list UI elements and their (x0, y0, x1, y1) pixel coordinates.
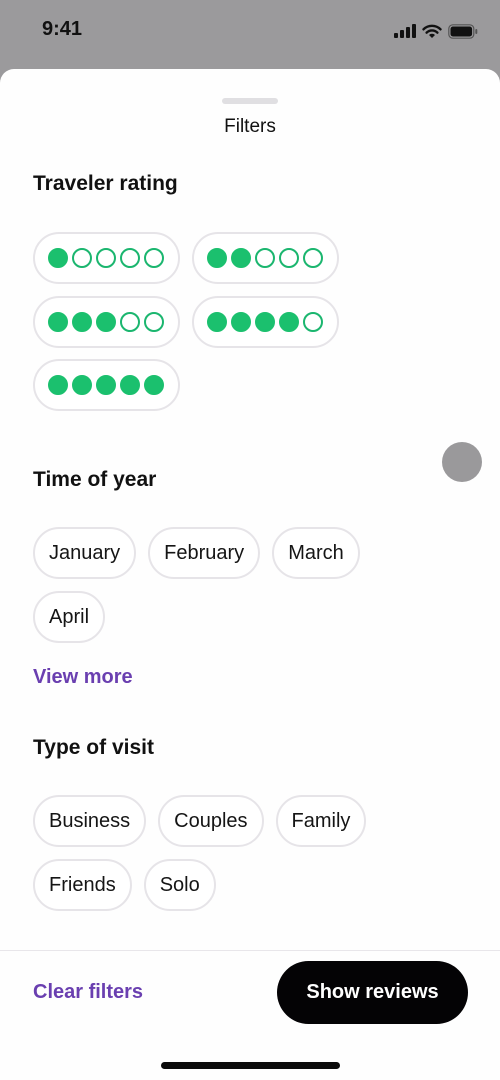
visit-chip-friends[interactable]: Friends (33, 859, 132, 911)
rating-dot-filled-icon (255, 312, 275, 332)
rating-dot-empty-icon (303, 312, 323, 332)
rating-dot-empty-icon (96, 248, 116, 268)
visit-chip-couples[interactable]: Couples (158, 795, 264, 847)
rating-dot-filled-icon (48, 312, 68, 332)
rating-dot-filled-icon (120, 375, 140, 395)
rating-dot-empty-icon (144, 312, 164, 332)
rating-dot-empty-icon (120, 248, 140, 268)
visit-row-2: Friends Solo (33, 859, 216, 911)
status-bar: 9:41 (0, 0, 500, 70)
cellular-signal-icon (394, 24, 416, 38)
rating-dot-filled-icon (231, 312, 251, 332)
rating-dot-filled-icon (207, 248, 227, 268)
rating-chip-2[interactable] (192, 232, 339, 284)
month-chip-april[interactable]: April (33, 591, 106, 643)
type-of-visit-title: Type of visit (33, 736, 154, 759)
rating-dot-filled-icon (207, 312, 227, 332)
wifi-icon (422, 24, 442, 38)
rating-dot-empty-icon (279, 248, 299, 268)
clear-filters-button[interactable]: Clear filters (33, 981, 143, 1004)
month-chip-january[interactable]: January (33, 527, 137, 579)
visit-chip-family[interactable]: Family (275, 795, 367, 847)
rating-dot-filled-icon (72, 312, 92, 332)
month-row-2: April (33, 591, 106, 643)
rating-chip-4[interactable] (192, 296, 339, 348)
rating-dot-empty-icon (303, 248, 323, 268)
battery-icon (448, 23, 478, 39)
time-of-year-title: Time of year (33, 468, 157, 491)
rating-row-1 (33, 232, 339, 284)
rating-dot-filled-icon (279, 312, 299, 332)
view-more-link[interactable]: View more (33, 666, 133, 689)
rating-row-2 (33, 296, 339, 348)
month-chip-february[interactable]: February (148, 527, 261, 579)
sheet-grabber-handle[interactable] (222, 98, 278, 104)
rating-dot-filled-icon (96, 312, 116, 332)
rating-dot-empty-icon (255, 248, 275, 268)
footer-divider (0, 950, 500, 951)
rating-dot-empty-icon (144, 248, 164, 268)
home-indicator[interactable] (161, 1062, 340, 1069)
status-icons (394, 20, 478, 42)
rating-dot-filled-icon (48, 375, 68, 395)
touch-indicator (442, 442, 482, 482)
rating-dot-empty-icon (120, 312, 140, 332)
rating-dot-filled-icon (72, 375, 92, 395)
rating-chip-5[interactable] (33, 359, 180, 411)
sheet-title: Filters (224, 116, 276, 137)
rating-dot-filled-icon (144, 375, 164, 395)
status-time: 9:41 (42, 18, 83, 40)
month-chip-march[interactable]: March (272, 527, 360, 579)
traveler-rating-title: Traveler rating (33, 172, 178, 195)
visit-chip-business[interactable]: Business (33, 795, 147, 847)
rating-chip-1[interactable] (33, 232, 180, 284)
rating-row-3 (33, 359, 180, 411)
show-reviews-button[interactable]: Show reviews (277, 961, 468, 1024)
rating-dot-filled-icon (96, 375, 116, 395)
rating-dot-filled-icon (48, 248, 68, 268)
visit-chip-solo[interactable]: Solo (143, 859, 216, 911)
rating-dot-empty-icon (72, 248, 92, 268)
month-row-1: January February March (33, 527, 360, 579)
visit-row-1: Business Couples Family (33, 795, 367, 847)
rating-dot-filled-icon (231, 248, 251, 268)
rating-chip-3[interactable] (33, 296, 180, 348)
